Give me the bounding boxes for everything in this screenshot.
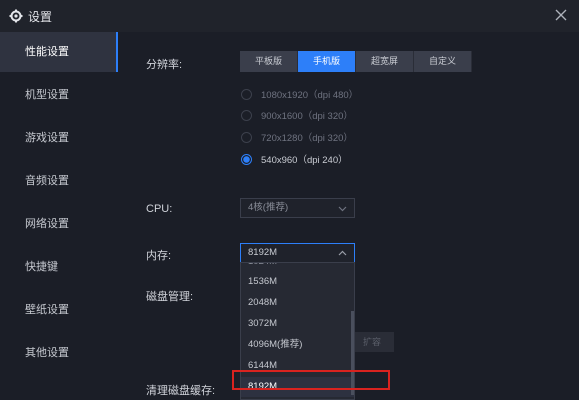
sidebar-item-label: 其他设置 xyxy=(25,347,69,359)
annotation-highlight-box xyxy=(232,370,390,390)
resolution-option-540x960[interactable]: 540x960（dpi 240） xyxy=(241,152,348,166)
resolution-option-1080x1920[interactable]: 1080x1920（dpi 480） xyxy=(241,87,358,101)
title-bar: 设置 xyxy=(0,0,579,32)
resolution-label: 分辨率: xyxy=(146,59,183,71)
radio-label: 1080x1920（dpi 480） xyxy=(261,90,359,101)
expand-disk-button[interactable]: 扩容 xyxy=(350,332,394,352)
memory-select[interactable]: 8192M xyxy=(240,243,355,263)
sidebar-item-audio[interactable]: 音频设置 xyxy=(0,161,118,201)
clear-cache-label: 清理磁盘缓存: xyxy=(146,385,216,397)
cpu-select[interactable]: 4核(推荐) xyxy=(240,198,355,218)
performance-settings-panel: 分辨率: 平板版 手机版 超宽屏 自定义 1080x1920（dpi 480） … xyxy=(118,32,579,400)
chevron-up-icon xyxy=(338,250,347,256)
memory-label: 内存: xyxy=(146,250,172,262)
sidebar-item-model[interactable]: 机型设置 xyxy=(0,75,118,115)
sidebar-item-game[interactable]: 游戏设置 xyxy=(0,118,118,158)
sidebar-item-label: 游戏设置 xyxy=(25,132,69,144)
radio-button[interactable] xyxy=(241,153,252,165)
sidebar-item-label: 壁纸设置 xyxy=(25,304,69,316)
sidebar-item-shortcuts[interactable]: 快捷键 xyxy=(0,247,118,287)
radio-button[interactable] xyxy=(241,109,252,121)
tab-custom[interactable]: 自定义 xyxy=(414,51,472,72)
sidebar-item-other[interactable]: 其他设置 xyxy=(0,333,118,373)
memory-option-4096[interactable]: 4096M(推荐) xyxy=(241,335,354,355)
radio-label: 540x960（dpi 240） xyxy=(261,155,348,166)
sidebar-item-network[interactable]: 网络设置 xyxy=(0,204,118,244)
memory-option-2048[interactable]: 2048M xyxy=(241,293,354,313)
radio-label: 720x1280（dpi 320） xyxy=(261,133,353,144)
disk-label: 磁盘管理: xyxy=(146,291,194,303)
sidebar-item-wallpaper[interactable]: 壁纸设置 xyxy=(0,290,118,330)
memory-option-1536[interactable]: 1536M xyxy=(241,272,354,292)
sidebar-item-label: 机型设置 xyxy=(25,89,69,101)
sidebar-item-performance[interactable]: 性能设置 xyxy=(0,32,118,72)
radio-button[interactable] xyxy=(241,88,252,100)
memory-option-1024[interactable]: 1024M xyxy=(241,263,354,272)
radio-label: 900x1600（dpi 320） xyxy=(261,111,353,122)
resolution-mode-tabs: 平板版 手机版 超宽屏 自定义 xyxy=(240,51,472,72)
close-icon[interactable] xyxy=(552,6,570,24)
tab-ultrawide[interactable]: 超宽屏 xyxy=(356,51,414,72)
resolution-option-900x1600[interactable]: 900x1600（dpi 320） xyxy=(241,108,353,122)
sidebar-item-label: 音频设置 xyxy=(25,175,69,187)
sidebar-item-label: 快捷键 xyxy=(25,261,58,273)
chevron-down-icon xyxy=(338,206,347,212)
settings-sidebar: 性能设置 机型设置 游戏设置 音频设置 网络设置 快捷键 壁纸设置 其他设置 xyxy=(0,32,118,400)
memory-option-3072[interactable]: 3072M xyxy=(241,314,354,334)
resolution-option-720x1280[interactable]: 720x1280（dpi 320） xyxy=(241,130,353,144)
cpu-label: CPU: xyxy=(146,203,173,215)
window-title: 设置 xyxy=(28,10,53,24)
radio-button[interactable] xyxy=(241,131,252,143)
gear-icon xyxy=(9,9,23,23)
tab-phone[interactable]: 手机版 xyxy=(298,51,356,72)
tab-tablet[interactable]: 平板版 xyxy=(240,51,298,72)
sidebar-item-label: 性能设置 xyxy=(25,46,69,58)
sidebar-item-label: 网络设置 xyxy=(25,218,69,230)
cpu-select-value: 4核(推荐) xyxy=(248,202,289,213)
memory-select-value: 8192M xyxy=(248,247,278,258)
